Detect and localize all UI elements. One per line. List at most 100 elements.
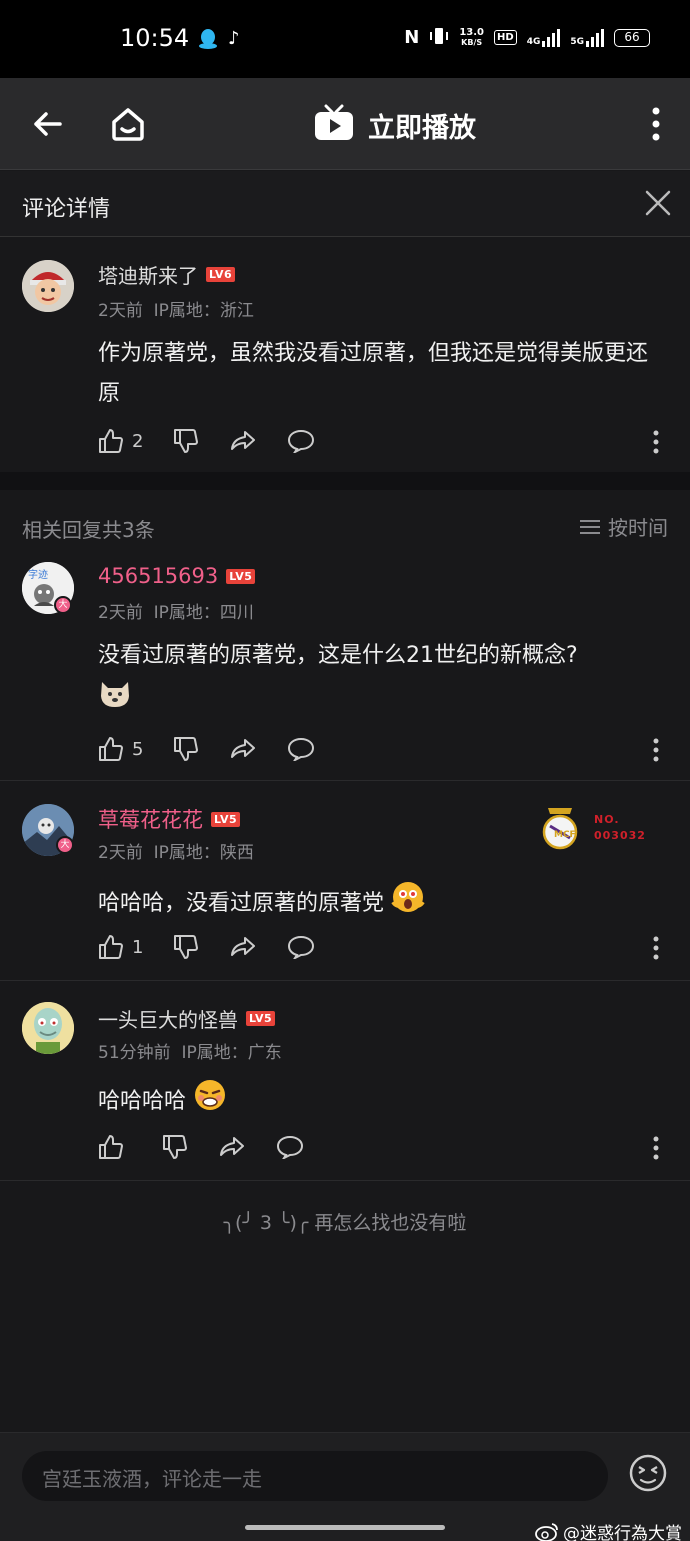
gesture-home-bar[interactable] bbox=[245, 1525, 445, 1530]
comment-meta: 2天前 IP属地：浙江 bbox=[98, 296, 254, 321]
dislike-button[interactable] bbox=[173, 934, 199, 960]
more-options-icon[interactable] bbox=[648, 106, 664, 146]
badge-no-label: NO. bbox=[594, 813, 620, 826]
username-text: 草莓花花花 bbox=[98, 808, 203, 832]
share-arrow-icon bbox=[220, 1137, 244, 1156]
vibrate-icon bbox=[429, 26, 449, 49]
comment-text-content: 哈哈哈，没看过原著的原著党 bbox=[98, 891, 385, 916]
close-icon[interactable] bbox=[644, 189, 672, 221]
ip-location: IP属地：四川 bbox=[153, 603, 254, 623]
thumbs-up-icon bbox=[99, 737, 123, 761]
thumbs-down-icon bbox=[163, 1135, 187, 1159]
level-badge: LV5 bbox=[226, 568, 256, 584]
watermark: @迷惑行為大賞 bbox=[535, 1519, 682, 1541]
comment-more-icon[interactable] bbox=[650, 936, 662, 964]
dog-emoji-icon bbox=[98, 676, 132, 724]
reply-count: 相关回复共3条 bbox=[22, 518, 155, 542]
ip-location: IP属地：陕西 bbox=[153, 843, 254, 863]
comment-more-icon[interactable] bbox=[650, 430, 662, 458]
like-button[interactable]: 2 bbox=[98, 428, 143, 454]
qq-icon bbox=[198, 28, 218, 54]
avatar[interactable] bbox=[22, 1002, 74, 1054]
comment-time: 2天前 bbox=[98, 603, 143, 623]
main-comment: 塔迪斯来了 LV6 2天前 IP属地：浙江 作为原著党，虽然我没看过原著，但我还… bbox=[0, 238, 690, 472]
replies-header: 相关回复共3条 按时间 bbox=[0, 490, 690, 556]
share-button[interactable] bbox=[229, 935, 257, 959]
weibo-icon bbox=[535, 1522, 558, 1541]
nfc-icon: N bbox=[404, 27, 420, 48]
thumbs-down-icon bbox=[174, 737, 199, 761]
like-button[interactable]: 1 bbox=[98, 934, 143, 960]
username[interactable]: 塔迪斯来了 LV6 bbox=[98, 260, 236, 289]
username-text: 一头巨大的怪兽 bbox=[98, 1008, 238, 1032]
comment-time: 51分钟前 bbox=[98, 1043, 171, 1063]
comment-meta: 2天前 IP属地：陕西 bbox=[98, 838, 254, 863]
thumbs-up-icon bbox=[99, 935, 123, 959]
dislike-button[interactable] bbox=[173, 428, 199, 454]
signal-5g: 5G bbox=[570, 28, 604, 47]
comment-text: 作为原著党，虽然我没看过原著，但我还是觉得美版更还原 bbox=[98, 341, 649, 406]
app-bar: 立即播放 bbox=[0, 78, 690, 170]
share-button[interactable] bbox=[229, 737, 257, 761]
reply-button[interactable] bbox=[287, 737, 315, 761]
share-button[interactable] bbox=[218, 1135, 246, 1159]
ip-location: IP属地：广东 bbox=[181, 1043, 282, 1063]
share-arrow-icon bbox=[231, 937, 256, 956]
tv-play-icon bbox=[314, 104, 354, 146]
sort-by-time-button[interactable]: 按时间 bbox=[580, 512, 668, 541]
battery-icon: 66 bbox=[614, 28, 650, 47]
reply-button[interactable] bbox=[287, 429, 315, 453]
username[interactable]: 456515693 LV5 bbox=[98, 564, 256, 588]
embarrassed-emoji-icon bbox=[193, 1078, 227, 1126]
comment-more-icon[interactable] bbox=[650, 1136, 662, 1164]
big-member-badge: 大 bbox=[54, 596, 72, 614]
avatar[interactable] bbox=[22, 260, 74, 312]
home-icon[interactable] bbox=[108, 104, 148, 148]
chat-bubble-icon bbox=[288, 737, 315, 761]
tiktok-icon: ♪ bbox=[228, 28, 240, 49]
username[interactable]: 草莓花花花 LV5 bbox=[98, 804, 241, 834]
comment-actions: 2 bbox=[98, 428, 345, 454]
net-speed: 13.0 KB/S bbox=[459, 26, 485, 47]
section-separator bbox=[0, 472, 690, 490]
status-bar: 10:54 ♪ N 13.0 KB/S HD 4G 5G 66 bbox=[0, 0, 690, 78]
thumbs-up-icon bbox=[99, 1135, 123, 1159]
chat-bubble-icon bbox=[276, 1135, 304, 1159]
comment-input[interactable]: 宫廷玉液酒，评论走一走 bbox=[22, 1451, 608, 1501]
username-text: 塔迪斯来了 bbox=[98, 264, 198, 288]
signal-bars-icon bbox=[586, 28, 604, 47]
thumbs-down-icon bbox=[174, 429, 199, 453]
like-count: 2 bbox=[132, 430, 144, 452]
play-now-label: 立即播放 bbox=[368, 112, 476, 144]
back-arrow-icon[interactable] bbox=[30, 106, 66, 146]
divider bbox=[0, 780, 690, 781]
dislike-button[interactable] bbox=[162, 1134, 188, 1160]
sort-list-icon bbox=[580, 519, 600, 534]
play-now-button[interactable]: 立即播放 bbox=[314, 104, 476, 146]
like-button[interactable] bbox=[98, 1134, 132, 1160]
badge-no-value: 003032 bbox=[594, 829, 646, 842]
comment-text-content: 没看过原著的原著党，这是什么21世纪的新概念? bbox=[98, 643, 578, 668]
dislike-button[interactable] bbox=[173, 736, 199, 762]
share-button[interactable] bbox=[229, 429, 257, 453]
like-button[interactable]: 5 bbox=[98, 736, 143, 762]
clock: 10:54 bbox=[120, 24, 190, 52]
ip-location: IP属地：浙江 bbox=[153, 301, 254, 321]
comment-text-content: 哈哈哈哈 bbox=[98, 1089, 187, 1114]
comment-time: 2天前 bbox=[98, 301, 143, 321]
level-badge: LV6 bbox=[206, 267, 236, 282]
username[interactable]: 一头巨大的怪兽 LV5 bbox=[98, 1004, 276, 1033]
like-count: 1 bbox=[132, 936, 144, 958]
comment-text: 哈哈哈哈 bbox=[98, 1078, 668, 1126]
end-of-list-note: ╮(╯ 3 ╰)╭ 再怎么找也没有啦 bbox=[223, 1212, 467, 1234]
comment-more-icon[interactable] bbox=[650, 738, 662, 766]
big-member-badge: 大 bbox=[56, 836, 74, 854]
share-arrow-icon bbox=[231, 739, 256, 758]
reply-button[interactable] bbox=[276, 1135, 304, 1159]
comment-detail-header: 评论详情 bbox=[0, 171, 690, 237]
status-icons: N 13.0 KB/S HD 4G 5G 66 bbox=[404, 26, 650, 49]
emoji-picker-icon[interactable] bbox=[628, 1453, 668, 1497]
comment-input-bar: 宫廷玉液酒，评论走一走 @迷惑行為大賞 bbox=[0, 1432, 690, 1541]
reply-button[interactable] bbox=[287, 935, 315, 959]
username-text: 456515693 bbox=[98, 564, 219, 588]
